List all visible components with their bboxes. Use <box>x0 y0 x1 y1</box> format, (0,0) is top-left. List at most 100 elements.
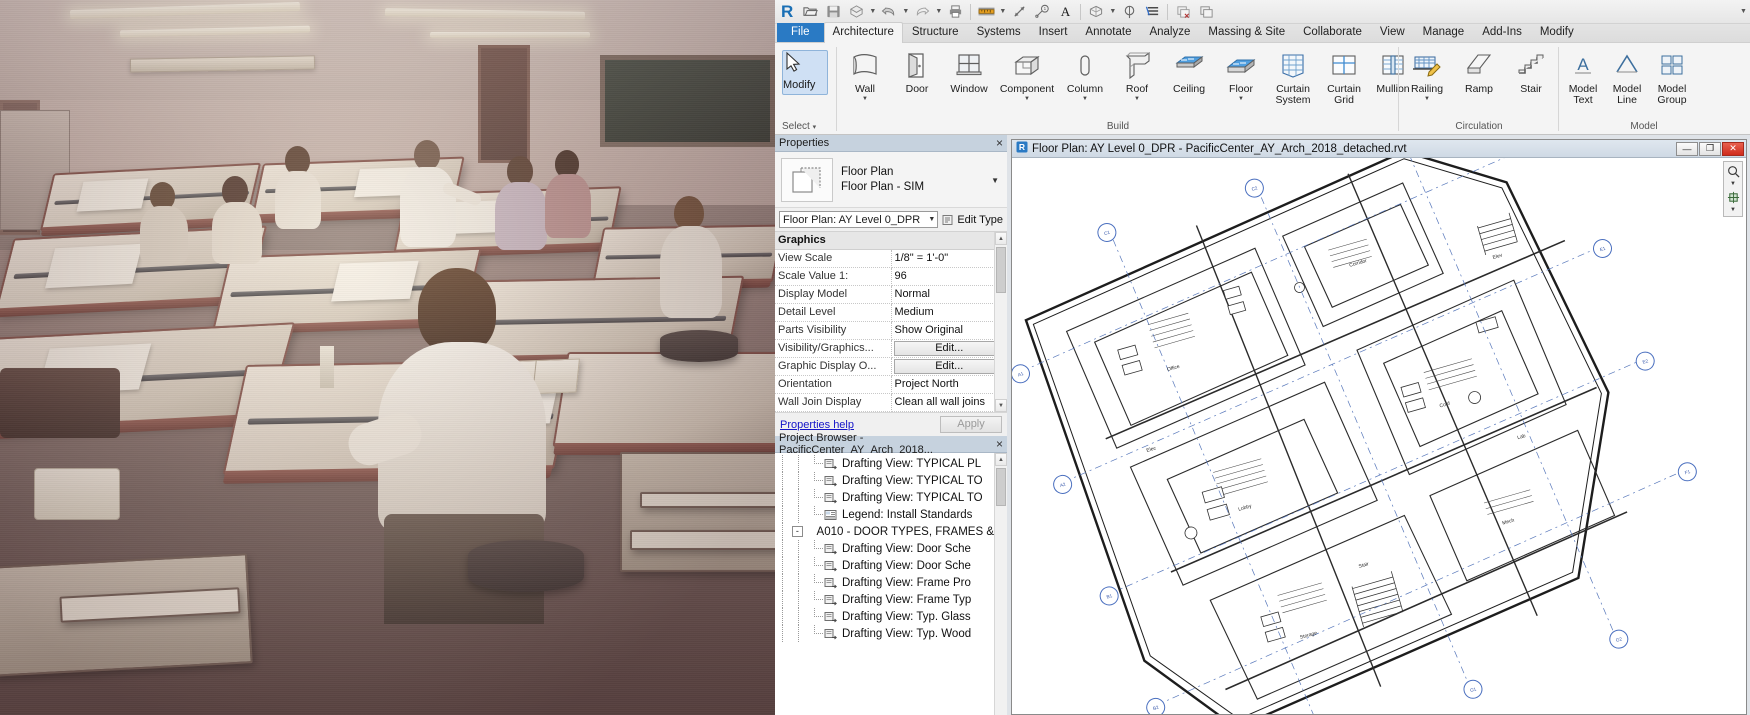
tree-item-drafting-view[interactable]: Drafting View: TYPICAL TO <box>775 489 994 506</box>
property-value[interactable]: Show Original <box>891 321 1007 340</box>
drawing-canvas[interactable]: A1 A2 B1 B2 C1 C2 D1 D2 E1 E2 F1 <box>1012 158 1746 714</box>
property-value[interactable]: Project North <box>891 375 1007 394</box>
chevron-down-icon[interactable]: ▼ <box>991 176 1001 185</box>
default-3d-view-icon[interactable] <box>1085 1 1107 23</box>
scroll-down-icon[interactable]: ▼ <box>995 399 1007 412</box>
properties-help-link[interactable]: Properties help <box>780 419 854 431</box>
ceiling-button[interactable]: Ceiling <box>1163 46 1215 95</box>
tab-analyze[interactable]: Analyze <box>1140 23 1199 42</box>
undo-icon[interactable] <box>878 1 900 23</box>
roof-button[interactable]: Roof ▼ <box>1111 46 1163 102</box>
property-row[interactable]: Scale Value 1: 96 <box>775 267 1007 286</box>
tab-annotate[interactable]: Annotate <box>1076 23 1140 42</box>
tab-massing-and-site[interactable]: Massing & Site <box>1199 23 1294 42</box>
tab-insert[interactable]: Insert <box>1030 23 1077 42</box>
close-button[interactable]: ✕ <box>1722 141 1744 156</box>
thin-lines-icon[interactable] <box>1141 1 1163 23</box>
floor-dropdown-icon[interactable]: ▼ <box>1238 96 1244 102</box>
zoom-dropdown-icon[interactable]: ▼ <box>1725 180 1741 188</box>
properties-scrollbar[interactable]: ▲ ▼ <box>994 232 1007 412</box>
property-row[interactable]: View Scale 1/8" = 1'-0" <box>775 249 1007 268</box>
column-dropdown-icon[interactable]: ▼ <box>1082 96 1088 102</box>
wall-button[interactable]: Wall ▼ <box>839 46 891 102</box>
property-value[interactable]: Medium <box>891 303 1007 322</box>
component-dropdown-icon[interactable]: ▼ <box>1024 96 1030 102</box>
railing-dropdown-icon[interactable]: ▼ <box>1424 96 1430 102</box>
edit-type-button[interactable]: Edit Type <box>942 214 1003 226</box>
model-line-button[interactable]: Model Line <box>1605 46 1649 106</box>
property-row[interactable]: Parts Visibility Show Original <box>775 321 1007 340</box>
sync-with-central-icon[interactable] <box>845 1 867 23</box>
close-icon[interactable]: × <box>996 137 1003 149</box>
property-value[interactable]: Normal <box>891 285 1007 304</box>
scroll-up-icon[interactable]: ▲ <box>995 453 1007 466</box>
tree-item-drafting-view[interactable]: Drafting View: Frame Pro <box>775 574 994 591</box>
minimize-button[interactable]: — <box>1676 141 1698 156</box>
window-button[interactable]: Window <box>943 46 995 95</box>
chevron-down-icon[interactable]: ▼ <box>928 216 935 223</box>
text-icon[interactable]: A <box>1054 1 1076 23</box>
tree-item-drafting-view[interactable]: Drafting View: Door Sche <box>775 557 994 574</box>
tree-item-drafting-view[interactable]: Drafting View: Frame Typ <box>775 591 994 608</box>
property-value[interactable]: Clean all wall joins <box>891 393 1007 412</box>
property-row[interactable]: Wall Join Display Clean all wall joins <box>775 393 1007 412</box>
property-row[interactable]: Display Model Normal <box>775 285 1007 304</box>
measure-icon[interactable] <box>975 1 997 23</box>
graphic-display-options-edit-button[interactable]: Edit... <box>893 359 1005 374</box>
tab-architecture[interactable]: Architecture <box>823 22 903 43</box>
property-value[interactable]: 96 <box>891 267 1007 286</box>
collapse-icon[interactable]: - <box>792 526 803 537</box>
print-icon[interactable] <box>944 1 966 23</box>
curtain-system-button[interactable]: Curtain System <box>1267 46 1319 106</box>
project-browser-scrollbar[interactable]: ▲ <box>994 453 1007 715</box>
property-row[interactable]: Visibility/Graphics... Edit... <box>775 339 1007 358</box>
model-text-button[interactable]: A Model Text <box>1561 46 1605 106</box>
zoom-region-icon[interactable] <box>1725 164 1741 178</box>
floor-button[interactable]: Floor ▼ <box>1215 46 1267 102</box>
maximize-button[interactable]: ❐ <box>1699 141 1721 156</box>
qat-customize-icon[interactable]: ▼ <box>1739 1 1748 23</box>
sync-dropdown-icon[interactable]: ▼ <box>868 1 877 23</box>
switch-windows-icon[interactable] <box>1195 1 1217 23</box>
section-icon[interactable] <box>1118 1 1140 23</box>
visibility-graphics-edit-button[interactable]: Edit... <box>893 341 1005 356</box>
tab-systems[interactable]: Systems <box>968 23 1030 42</box>
tree-item-drafting-view[interactable]: Drafting View: TYPICAL TO <box>775 472 994 489</box>
close-hidden-windows-icon[interactable] <box>1172 1 1194 23</box>
save-icon[interactable] <box>822 1 844 23</box>
measure-dropdown-icon[interactable]: ▼ <box>998 1 1007 23</box>
property-row[interactable]: Detail Level Medium <box>775 303 1007 322</box>
redo-icon[interactable] <box>911 1 933 23</box>
property-value[interactable]: 1/8" = 1'-0" <box>891 249 1007 268</box>
stair-button[interactable]: Stair <box>1505 46 1557 95</box>
component-button[interactable]: Component ▼ <box>995 46 1059 102</box>
close-icon[interactable]: × <box>996 438 1003 450</box>
scrollbar-thumb[interactable] <box>996 468 1006 506</box>
open-icon[interactable] <box>799 1 821 23</box>
scrollbar-thumb[interactable] <box>996 247 1006 293</box>
property-row[interactable]: Graphic Display O... Edit... <box>775 357 1007 376</box>
tree-item-drafting-view[interactable]: Drafting View: TYPICAL PL <box>775 455 994 472</box>
aligned-dimension-icon[interactable] <box>1008 1 1030 23</box>
roof-dropdown-icon[interactable]: ▼ <box>1134 96 1140 102</box>
scroll-up-icon[interactable]: ▲ <box>995 232 1007 245</box>
pan-dropdown-icon[interactable]: ▼ <box>1725 206 1741 214</box>
column-button[interactable]: Column ▼ <box>1059 46 1111 102</box>
property-row[interactable]: Orientation Project North <box>775 375 1007 394</box>
view-dropdown-icon[interactable]: ▼ <box>1108 1 1117 23</box>
tab-modify[interactable]: Modify <box>1531 23 1583 42</box>
wall-dropdown-icon[interactable]: ▼ <box>862 96 868 102</box>
pan-icon[interactable] <box>1725 190 1741 204</box>
tab-view[interactable]: View <box>1371 23 1414 42</box>
type-selector-dropdown[interactable]: Floor Plan: AY Level 0_DPR ▼ <box>779 211 939 228</box>
undo-dropdown-icon[interactable]: ▼ <box>901 1 910 23</box>
drawing-view-titlebar[interactable]: R Floor Plan: AY Level 0_DPR - PacificCe… <box>1012 140 1746 158</box>
tab-add-ins[interactable]: Add-Ins <box>1473 23 1531 42</box>
tree-item-sheet-group[interactable]: - A010 - DOOR TYPES, FRAMES & <box>775 523 994 540</box>
tree-item-legend[interactable]: Legend: Install Standards <box>775 506 994 523</box>
apply-button[interactable]: Apply <box>940 416 1002 433</box>
door-button[interactable]: Door <box>891 46 943 95</box>
panel-expander-icon[interactable]: ▾ <box>813 124 817 131</box>
modify-button[interactable]: Modify <box>782 50 828 95</box>
tab-manage[interactable]: Manage <box>1414 23 1474 42</box>
